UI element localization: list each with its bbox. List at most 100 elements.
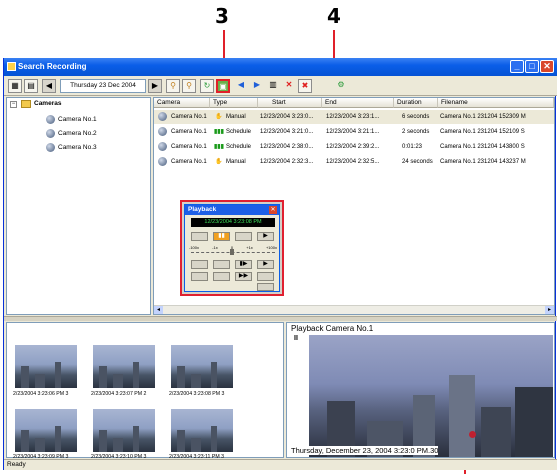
frame-rev-button[interactable] <box>213 260 230 269</box>
delete-all-icon[interactable]: ✖ <box>298 79 312 93</box>
cell-type: Manual <box>226 159 246 165</box>
pause-button[interactable]: ▮▮ <box>213 232 230 241</box>
delete-icon[interactable]: ✕ <box>282 79 296 93</box>
speed-label: +1x <box>246 245 253 250</box>
toolbar: ▦ ▤ ◀ Thursday 23 Dec 2004 ▶ ⚲ ⚲ ↻ ▣ ◀ ▶… <box>4 76 557 96</box>
cell-start: 12/23/2004 3:21:0... <box>260 129 314 135</box>
view-list-icon[interactable]: ▦ <box>8 79 22 93</box>
frame-back-button[interactable] <box>191 260 208 269</box>
play-forward-icon[interactable]: ▶ <box>250 79 264 93</box>
play-back-icon[interactable]: ◀ <box>234 79 248 93</box>
column-header-duration[interactable]: Duration <box>394 98 438 108</box>
scroll-left-icon[interactable]: ◂ <box>154 306 163 314</box>
column-header-start[interactable]: Start <box>258 98 322 108</box>
prev-day-button[interactable]: ◀ <box>42 79 56 93</box>
camera-icon <box>158 142 167 151</box>
horizontal-scrollbar[interactable]: ◂ ▸ <box>154 305 554 314</box>
stop-button[interactable] <box>235 232 252 241</box>
cell-end: 12/23/2004 2:32:5... <box>326 159 380 165</box>
tree-item-camera-1[interactable]: Camera No.1 <box>58 115 97 125</box>
cell-type: Schedule <box>226 129 252 135</box>
cell-end: 12/23/2004 3:21:1... <box>326 129 380 135</box>
table-row[interactable]: Camera No.1 ▮▮▮ Schedule 12/23/2004 3:21… <box>154 125 554 139</box>
close-button[interactable]: ✕ <box>540 60 554 73</box>
zoom-out-icon[interactable]: ⚲ <box>182 79 196 93</box>
table-row[interactable]: Camera No.1 ✋ Manual 12/23/2004 2:32:3..… <box>154 155 554 169</box>
rewind-button[interactable] <box>213 272 230 281</box>
status-bar: Ready <box>4 459 557 470</box>
settings-icon[interactable]: ⚙ <box>334 79 348 93</box>
window-titlebar: Search Recording _ □ ✕ <box>4 58 557 76</box>
cell-duration: 0:01:23 <box>402 144 423 150</box>
camera-icon <box>158 157 167 166</box>
goto-end-button[interactable] <box>257 272 274 281</box>
cell-end: 12/23/2004 3:23:1... <box>326 114 380 120</box>
thumbnail-pane: 2/23/2004 3:23:06 PM 3 2/23/2004 3:23:07… <box>6 322 284 460</box>
refresh-icon[interactable]: ↻ <box>200 79 214 93</box>
column-header-end[interactable]: End <box>322 98 394 108</box>
playback-view-pane: Playback Camera No.1 II Thursday, Decemb… <box>286 322 555 458</box>
thumbnail-image[interactable] <box>93 345 155 388</box>
cell-filename: Camera No.1 231204 152109 S <box>440 129 525 135</box>
playback-dialog-close-button[interactable]: ✕ <box>269 206 277 214</box>
red-marker <box>469 431 476 438</box>
thumbnail-image[interactable] <box>171 409 233 452</box>
column-header-camera[interactable]: Camera <box>154 98 210 108</box>
next-day-button[interactable]: ▶ <box>148 79 162 93</box>
callout-3: 3 <box>215 4 229 28</box>
collapse-icon[interactable]: − <box>10 101 17 108</box>
playback-video-image[interactable] <box>309 335 553 457</box>
tree-item-camera-2[interactable]: Camera No.2 <box>58 129 97 139</box>
playback-dialog-highlight: Playback ✕ 12/23/2004 3:23:08 PM ▮▮ ▶ -1… <box>180 200 284 296</box>
cell-start: 12/23/2004 2:38:0... <box>260 144 314 150</box>
playback-dialog: Playback ✕ 12/23/2004 3:23:08 PM ▮▮ ▶ -1… <box>184 204 280 292</box>
camera-icon <box>158 112 167 121</box>
scroll-right-icon[interactable]: ▸ <box>545 306 554 314</box>
camera-tree: − Cameras Camera No.1 Camera No.2 Camera… <box>6 97 151 315</box>
thumbnail-image[interactable] <box>171 345 233 388</box>
cell-camera: Camera No.1 <box>171 144 207 150</box>
pane-splitter[interactable] <box>4 316 557 321</box>
export-icon[interactable]: ▥ <box>266 79 280 93</box>
thumbnail-caption: 2/23/2004 3:23:06 PM 3 <box>13 391 69 397</box>
frame-forward-button[interactable]: ▶ <box>257 260 274 269</box>
play-button[interactable]: ▶ <box>257 232 274 241</box>
window-title: Search Recording <box>18 62 87 71</box>
column-header-filename[interactable]: Filename <box>438 98 554 108</box>
playback-time-display: 12/23/2004 3:23:08 PM <box>191 218 275 227</box>
cell-filename: Camera No.1 231204 152309 M <box>440 114 526 120</box>
schedule-icon: ▮▮▮ <box>214 144 224 150</box>
cell-filename: Camera No.1 231204 143237 M <box>440 159 526 165</box>
step-back-button[interactable] <box>191 232 208 241</box>
callout-4: 4 <box>327 4 341 28</box>
thumbnail-image[interactable] <box>15 345 77 388</box>
cell-duration: 24 seconds <box>402 159 433 165</box>
thumbnail-image[interactable] <box>93 409 155 452</box>
column-header-type[interactable]: Type <box>210 98 258 108</box>
playback-open-icon[interactable]: ▣ <box>216 79 230 93</box>
table-row[interactable]: Camera No.1 ▮▮▮ Schedule 12/23/2004 2:38… <box>154 140 554 154</box>
minimize-button[interactable]: _ <box>510 60 524 73</box>
cell-end: 12/23/2004 2:39:2... <box>326 144 380 150</box>
cell-duration: 6 seconds <box>402 114 430 120</box>
pause-indicator: II <box>294 335 298 342</box>
cell-camera: Camera No.1 <box>171 159 207 165</box>
speed-slider-thumb[interactable] <box>230 249 234 255</box>
thumbnail-caption: 2/23/2004 3:23:07 PM 2 <box>91 391 147 397</box>
step-forward-button[interactable]: ▮▶ <box>235 260 252 269</box>
tree-item-camera-3[interactable]: Camera No.3 <box>58 143 97 153</box>
table-row[interactable]: Camera No.1 ✋ Manual 12/23/2004 3:23:0..… <box>154 110 554 124</box>
cell-duration: 2 seconds <box>402 129 430 135</box>
timestamp-suffix: PM.30 <box>416 446 439 455</box>
fast-forward-button[interactable]: ▶▶ <box>235 272 252 281</box>
snapshot-button[interactable] <box>257 283 274 291</box>
tree-root-cameras[interactable]: Cameras <box>34 99 61 109</box>
cell-type: Manual <box>226 114 246 120</box>
view-details-icon[interactable]: ▤ <box>24 79 38 93</box>
maximize-button[interactable]: □ <box>525 60 539 73</box>
zoom-in-icon[interactable]: ⚲ <box>166 79 180 93</box>
goto-start-button[interactable] <box>191 272 208 281</box>
thumbnail-image[interactable] <box>15 409 77 452</box>
camera-icon <box>46 115 55 124</box>
date-field[interactable]: Thursday 23 Dec 2004 <box>60 79 146 93</box>
